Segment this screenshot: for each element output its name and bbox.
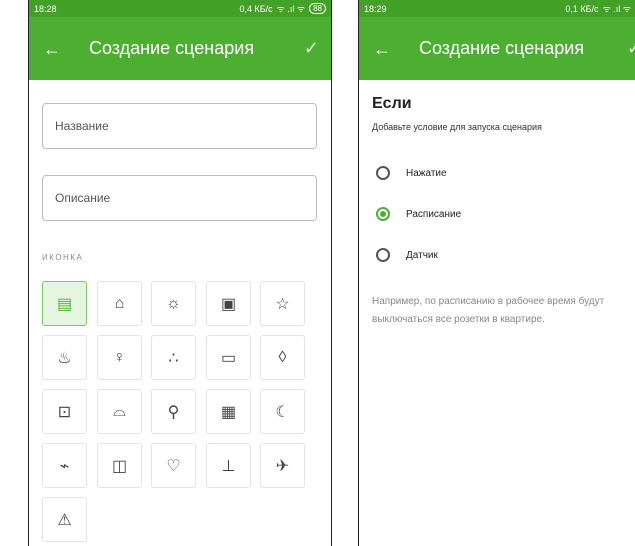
airplane-icon[interactable]: ✈ (260, 443, 305, 488)
star-icon[interactable]: ☆ (260, 281, 305, 326)
page-title: Создание сценария (89, 38, 255, 58)
radio-unchecked-icon[interactable] (376, 166, 390, 180)
confirm-check-icon[interactable]: ✓ (627, 38, 635, 59)
fire-icon[interactable]: ♨ (42, 335, 87, 380)
wine-glass-icon[interactable]: ♀ (97, 335, 142, 380)
moon-icon[interactable]: ☾ (260, 389, 305, 434)
heart-icon[interactable]: ♡ (151, 443, 196, 488)
plug-icon[interactable]: ⌁ (42, 443, 87, 488)
icon-section-label: ИКОНКА (42, 253, 84, 262)
water-drop-icon[interactable]: ◊ (260, 335, 305, 380)
hint-text: Например, по расписанию в рабочее время … (372, 296, 605, 325)
status-time: 18:28 (34, 3, 57, 14)
option-label: Датчик (406, 249, 438, 261)
document-icon[interactable]: ▤ (42, 281, 87, 326)
back-arrow-icon[interactable]: ← (43, 40, 61, 58)
option-schedule[interactable]: Расписание (376, 207, 461, 221)
screen-create-scenario-condition: 18:29 0,1 КБ/с ᯤ .ıl ᯤ ← Создание сценар… (358, 0, 635, 546)
app-bar: ← Создание сценария ✓ (359, 17, 635, 80)
signal-icon: ᯤ .ıl ᯤ (276, 4, 306, 14)
if-subtitle: Добавьте условие для запуска сценария (372, 122, 542, 132)
option-label: Нажатие (406, 167, 447, 179)
if-heading: Если (372, 95, 412, 112)
film-icon[interactable]: ▦ (206, 389, 251, 434)
home-icon[interactable]: ⌂ (97, 281, 142, 326)
page-title: Создание сценария (419, 38, 585, 58)
network-speed: 0,4 КБ/с (239, 3, 273, 14)
description-input[interactable]: Описание (42, 175, 317, 221)
radio-checked-icon[interactable] (376, 207, 390, 221)
battery-icon: 88 (309, 3, 326, 14)
status-time: 18:29 (364, 3, 387, 14)
back-arrow-icon[interactable]: ← (373, 40, 391, 58)
status-bar: 18:28 0,4 КБ/с ᯤ .ıl ᯤ 88 (29, 0, 331, 17)
clapperboard-icon[interactable]: ▭ (206, 335, 251, 380)
name-input[interactable]: Название (42, 103, 317, 149)
outlet-icon[interactable]: ▣ (206, 281, 251, 326)
network-speed: 0,1 КБ/с (565, 3, 599, 14)
thermometer-icon[interactable]: ⊥ (206, 443, 251, 488)
confirm-check-icon[interactable]: ✓ (304, 38, 319, 59)
warning-icon[interactable]: ⚠ (42, 497, 87, 542)
screen-create-scenario-details: 18:28 0,4 КБ/с ᯤ .ıl ᯤ 88 ← Создание сце… (28, 0, 332, 546)
lock-icon[interactable]: ⊡ (42, 389, 87, 434)
status-bar: 18:29 0,1 КБ/с ᯤ .ıl ᯤ (359, 0, 635, 17)
app-bar: ← Создание сценария ✓ (29, 17, 331, 80)
radio-unchecked-icon[interactable] (376, 248, 390, 262)
option-label: Расписание (406, 208, 462, 220)
sunrise-icon[interactable]: ⌓ (97, 389, 142, 434)
door-icon[interactable]: ◫ (97, 443, 142, 488)
running-man-icon[interactable]: ⚲ (151, 389, 196, 434)
option-press[interactable]: Нажатие (376, 166, 447, 180)
drops-icon[interactable]: ∴ (151, 335, 196, 380)
sun-icon[interactable]: ☼ (151, 281, 196, 326)
signal-icon: ᯤ .ıl ᯤ (602, 4, 631, 14)
option-sensor[interactable]: Датчик (376, 248, 438, 262)
